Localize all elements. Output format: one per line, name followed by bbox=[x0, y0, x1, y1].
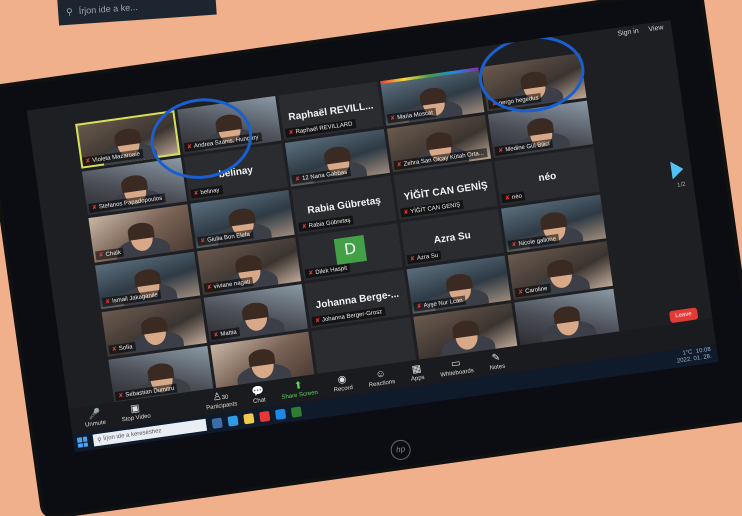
sign-in-link[interactable]: Sign in bbox=[617, 28, 639, 38]
edge-browser-icon[interactable] bbox=[227, 415, 239, 427]
background-window-strip: ⚲ Írjon ide a ke... bbox=[57, 0, 217, 26]
muted-mic-icon: ✘ bbox=[491, 100, 498, 108]
apps-icon: ▦ bbox=[411, 363, 422, 376]
whatsapp-icon[interactable] bbox=[290, 406, 303, 418]
zoom-app-icon[interactable] bbox=[274, 408, 287, 420]
unmute-button[interactable]: 🎤 Unmute bbox=[83, 408, 107, 428]
hp-logo: hp bbox=[389, 438, 412, 462]
notes-icon: ✎ bbox=[491, 352, 502, 365]
muted-mic-icon: ✘ bbox=[389, 114, 396, 122]
video-camera-icon: ▣ bbox=[129, 402, 141, 416]
participant-name-label: ✘Caroline bbox=[514, 283, 551, 297]
chrome-icon[interactable] bbox=[259, 410, 271, 423]
laptop-monitor: Sign in View ✘Violeta Mazaroaie ✘Andrea S… bbox=[0, 0, 742, 516]
whiteboards-button[interactable]: ▭ Whiteboards bbox=[438, 356, 474, 379]
participant-name: Rabia Gübretaş bbox=[308, 217, 351, 229]
muted-mic-icon: ✘ bbox=[294, 176, 301, 183]
muted-mic-icon: ✘ bbox=[504, 194, 511, 202]
system-tray: 1°C 10:08 2022. 01. 28. bbox=[676, 347, 713, 366]
windows-start-icon[interactable] bbox=[76, 436, 89, 448]
participant-name: Mattia bbox=[220, 329, 238, 338]
participant-name: Dilek Haspit bbox=[315, 265, 348, 277]
muted-mic-icon: ✘ bbox=[301, 223, 308, 230]
participant-display-name: YİĞİT CAN GENİŞ bbox=[403, 180, 489, 203]
notes-button[interactable]: ✎ Notes bbox=[488, 352, 505, 371]
muted-mic-icon: ✘ bbox=[104, 298, 111, 306]
next-page-arrow-icon[interactable] bbox=[670, 159, 685, 180]
participant-name-label: ✘Dilek Haspit bbox=[304, 263, 351, 279]
participant-name: Azra Su bbox=[416, 252, 439, 262]
participant-name: néo bbox=[511, 193, 523, 201]
muted-mic-icon: ✘ bbox=[91, 204, 98, 212]
muted-mic-icon: ✘ bbox=[193, 190, 200, 198]
muted-mic-icon: ✘ bbox=[409, 256, 416, 263]
muted-mic-icon: ✘ bbox=[498, 147, 504, 155]
participant-name-label: ✘néo bbox=[501, 190, 526, 203]
share-screen-icon: ⬆ bbox=[293, 379, 304, 393]
muted-mic-icon: ✘ bbox=[111, 345, 118, 353]
participant-display-name: Azra Su bbox=[433, 230, 472, 247]
muted-mic-icon: ✘ bbox=[118, 393, 124, 400]
participant-display-name: Rabia Gübretaş bbox=[306, 195, 382, 217]
muted-mic-icon: ✘ bbox=[396, 162, 403, 169]
participant-display-name: belinay bbox=[218, 165, 254, 181]
participant-display-name: Johanna Berge-... bbox=[315, 288, 400, 312]
participant-name-label: ✘belinay bbox=[190, 185, 224, 199]
muted-mic-icon: ✘ bbox=[206, 284, 213, 292]
participant-name: YİĞİT CAN GENİŞ bbox=[410, 201, 461, 215]
chat-button[interactable]: 💬 Chat bbox=[251, 385, 266, 405]
participants-button[interactable]: ♙30 Participants bbox=[204, 389, 238, 411]
participant-name: belinay bbox=[200, 187, 220, 197]
record-icon: ◉ bbox=[336, 373, 348, 386]
muted-mic-icon: ✘ bbox=[517, 288, 524, 296]
whiteboard-icon: ▭ bbox=[450, 357, 462, 371]
participant-name-label: ✘Azra Su bbox=[406, 250, 442, 265]
muted-mic-icon: ✘ bbox=[213, 331, 219, 339]
zoom-meeting-window: Sign in View ✘Violeta Mazaroaie ✘Andrea S… bbox=[26, 20, 719, 453]
muted-mic-icon: ✘ bbox=[199, 237, 206, 245]
muted-mic-icon: ✘ bbox=[403, 209, 409, 216]
zoom-topbar: Sign in View bbox=[617, 24, 664, 37]
muted-mic-icon: ✘ bbox=[85, 157, 91, 165]
stop-video-button[interactable]: ▣ Stop Video bbox=[120, 402, 151, 424]
participant-name: Raphaël REVILLARD bbox=[295, 120, 353, 135]
participant-display-name: néo bbox=[537, 170, 557, 184]
participants-icon: ♙30 bbox=[211, 391, 229, 404]
chat-bubble-icon: 💬 bbox=[251, 385, 266, 399]
reactions-icon: ☺ bbox=[374, 368, 387, 381]
reactions-button[interactable]: ☺ Reactions bbox=[367, 367, 395, 388]
muted-mic-icon: ✘ bbox=[288, 129, 295, 136]
muted-mic-icon: ✘ bbox=[416, 303, 423, 310]
task-view-icon[interactable] bbox=[211, 417, 223, 429]
apps-button[interactable]: ▦ Apps bbox=[409, 363, 425, 382]
muted-mic-icon: ✘ bbox=[308, 270, 314, 278]
participant-avatar: D bbox=[333, 234, 367, 265]
record-button[interactable]: ◉ Record bbox=[332, 373, 353, 394]
view-button[interactable]: View bbox=[648, 24, 664, 33]
share-screen-button[interactable]: ⬆ Share Screen bbox=[280, 378, 318, 401]
muted-mic-icon: ✘ bbox=[314, 317, 321, 325]
strip-search-text: Írjon ide a ke... bbox=[78, 1, 138, 17]
participant-display-name: Raphaël REVILL... bbox=[287, 100, 375, 124]
muted-mic-icon: ✘ bbox=[186, 143, 193, 151]
muted-mic-icon: ✘ bbox=[511, 241, 518, 249]
participant-name: Chalk bbox=[105, 249, 122, 258]
muted-mic-icon: ✘ bbox=[98, 251, 105, 259]
search-icon: ⚲ bbox=[65, 6, 74, 17]
page-indicator: 1/2 bbox=[676, 181, 686, 189]
file-explorer-icon[interactable] bbox=[243, 413, 255, 425]
muted-mic-icon: 🎤 bbox=[87, 408, 102, 422]
participant-name: Sofia bbox=[118, 343, 133, 352]
